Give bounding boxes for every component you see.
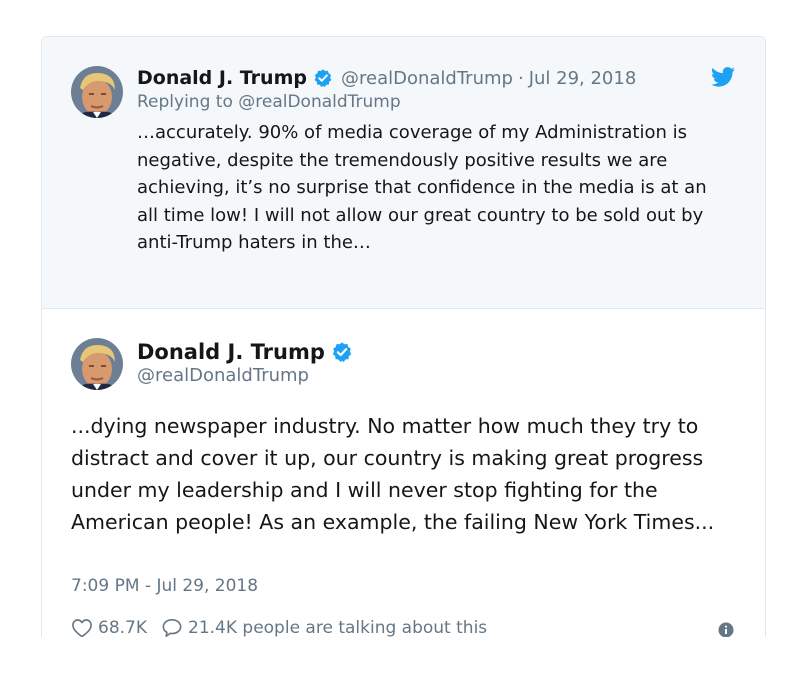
- replying-to-label[interactable]: Replying to @realDonaldTrump: [137, 92, 401, 112]
- parent-tweet-text: …accurately. 90% of media coverage of my…: [137, 122, 707, 253]
- author-handle[interactable]: @realDonaldTrump: [137, 365, 309, 386]
- author-name[interactable]: Donald J. Trump: [137, 67, 307, 89]
- separator-dot: ·: [517, 67, 524, 89]
- tweet-date[interactable]: Jul 29, 2018: [529, 68, 637, 89]
- verified-badge-icon: [331, 341, 353, 363]
- speech-bubble-icon[interactable]: [161, 618, 183, 637]
- heart-icon[interactable]: [71, 618, 93, 637]
- main-tweet-header: Donald J. Trump: [137, 338, 353, 366]
- avatar[interactable]: [71, 338, 123, 390]
- conversation-count[interactable]: 21.4K people are talking about this: [188, 618, 487, 637]
- author-handle[interactable]: @realDonaldTrump: [341, 68, 513, 89]
- tweet-embed-card: Donald J. Trump @realDonaldTrump · Jul 2…: [41, 36, 766, 637]
- reply-action[interactable]: 21.4K people are talking about this: [161, 618, 487, 637]
- avatar[interactable]: [71, 66, 123, 118]
- parent-tweet-header: Donald J. Trump @realDonaldTrump · Jul 2…: [137, 66, 636, 90]
- like-count[interactable]: 68.7K: [98, 618, 147, 637]
- tweet-timestamp[interactable]: 7:09 PM - Jul 29, 2018: [71, 576, 258, 596]
- info-icon[interactable]: [718, 622, 734, 637]
- verified-badge-icon: [313, 68, 333, 88]
- tweet-actions: 68.7K 21.4K people are talking about thi…: [71, 616, 487, 637]
- twitter-bird-icon[interactable]: [711, 67, 735, 87]
- parent-tweet[interactable]: Donald J. Trump @realDonaldTrump · Jul 2…: [42, 37, 765, 309]
- main-tweet-text: ...dying newspaper industry. No matter h…: [71, 414, 715, 534]
- author-name[interactable]: Donald J. Trump: [137, 340, 325, 364]
